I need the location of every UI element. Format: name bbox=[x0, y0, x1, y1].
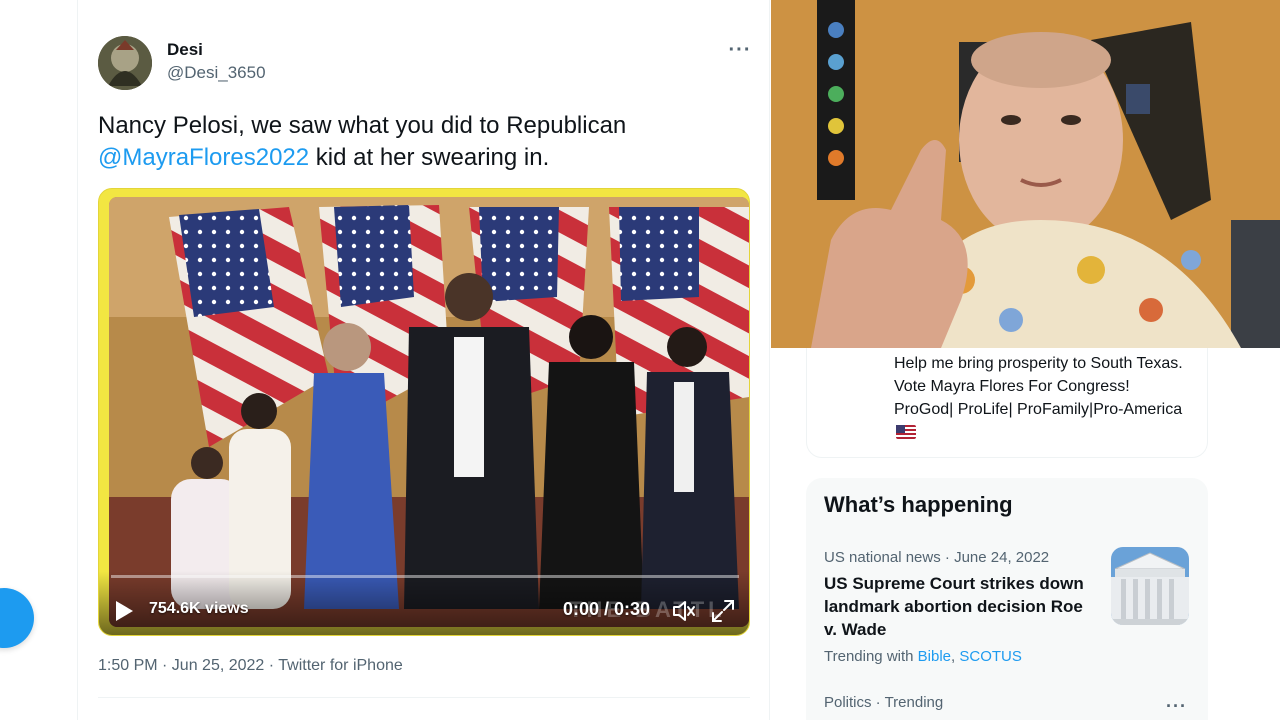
display-name[interactable]: Desi bbox=[167, 40, 203, 60]
avatar[interactable] bbox=[98, 36, 152, 90]
webcam-overlay bbox=[771, 0, 1280, 348]
trend-headline[interactable]: US Supreme Court strikes down landmark a… bbox=[824, 572, 1094, 641]
fullscreen-icon[interactable] bbox=[711, 599, 735, 623]
video-frame bbox=[109, 197, 749, 627]
trend-thumbnail[interactable] bbox=[1111, 547, 1189, 625]
trend-link-bible[interactable]: Bible bbox=[918, 648, 951, 665]
us-flag-icon bbox=[896, 425, 916, 439]
trend-more-icon[interactable]: ··· bbox=[1166, 696, 1187, 717]
tweet-text: Nancy Pelosi, we saw what you did to Rep… bbox=[98, 110, 748, 174]
trending-with: Trending with Bible, SCOTUS bbox=[824, 648, 1022, 665]
divider bbox=[98, 697, 750, 698]
video-time: 0:00 / 0:30 bbox=[563, 599, 651, 619]
tweet-text-part: Nancy Pelosi, we saw what you did to Rep… bbox=[98, 112, 627, 139]
trend-category: Politics · Trending bbox=[824, 694, 944, 711]
trend-category: US national news · June 24, 2022 bbox=[824, 549, 1050, 566]
volume-icon[interactable] bbox=[671, 598, 697, 624]
video-progress-bar[interactable] bbox=[111, 575, 739, 578]
profile-bio: Help me bring prosperity to South Texas.… bbox=[894, 352, 1184, 444]
bio-text: Help me bring prosperity to South Texas.… bbox=[894, 355, 1183, 418]
tweet-detail-column: Desi @Desi_3650 ··· Nancy Pelosi, we saw… bbox=[77, 0, 770, 720]
tweet-timestamp[interactable]: 1:50 PM · Jun 25, 2022 · Twitter for iPh… bbox=[98, 657, 403, 675]
video-player[interactable]: 754.6K views THE BATTL 0:00 / 0:30 bbox=[98, 188, 750, 636]
play-icon[interactable] bbox=[113, 599, 135, 623]
tweet-text-part: kid at her swearing in. bbox=[309, 144, 550, 171]
view-count: 754.6K views bbox=[149, 600, 249, 617]
more-options-icon[interactable]: ··· bbox=[726, 38, 754, 62]
whats-happening-title: What’s happening bbox=[824, 492, 1013, 517]
trend-link-scotus[interactable]: SCOTUS bbox=[959, 648, 1022, 665]
user-handle[interactable]: @Desi_3650 bbox=[167, 63, 266, 83]
mention-link[interactable]: @MayraFlores2022 bbox=[98, 144, 309, 171]
trending-with-label: Trending with bbox=[824, 648, 914, 665]
